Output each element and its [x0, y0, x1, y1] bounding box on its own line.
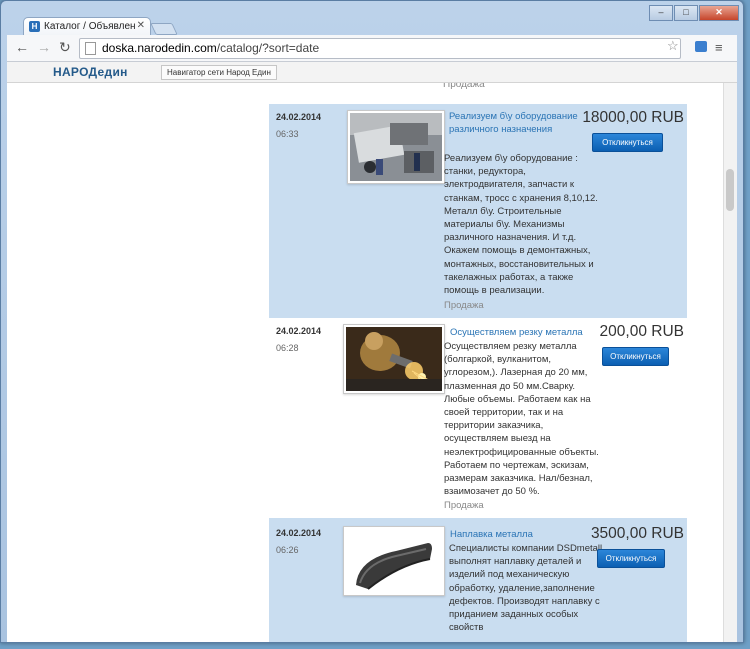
network-navigator-button[interactable]: Навигатор сети Народ Един [161, 65, 277, 80]
site-header-bar: НАРОДедин Навигатор сети Народ Един [7, 62, 737, 83]
listing-price: 200,00 RUB [599, 323, 684, 340]
browser-menu-icon[interactable]: ≡ [715, 40, 723, 55]
listing-title-link[interactable]: Реализуем б\у оборудование различного на… [449, 110, 589, 136]
tab-title: Каталог / Объявления в [44, 21, 136, 32]
page-icon [85, 42, 96, 55]
listing-time: 06:28 [276, 343, 299, 353]
listing-time: 06:33 [276, 129, 299, 139]
reload-icon[interactable]: ↻ [59, 39, 71, 56]
metal-part-photo-icon [346, 529, 442, 593]
metal-cutting-photo-icon [346, 327, 442, 391]
back-arrow-icon[interactable]: ← [15, 39, 29, 55]
title-bar: Н Каталог / Объявления в ✕ – □ ✕ [1, 1, 743, 36]
listing-item: 24.02.2014 06:28 Осуществляем резку мета… [269, 318, 687, 518]
page-viewport: Продажа 24.02.2014 06:33 Реализуем б\у о… [7, 62, 737, 642]
forward-arrow-icon[interactable]: → [37, 39, 51, 55]
close-window-button[interactable]: ✕ [699, 5, 739, 21]
scrollbar-thumb[interactable] [726, 169, 734, 211]
listing-title-link[interactable]: Осуществляем резку металла [450, 326, 600, 339]
site-favicon-icon: Н [29, 21, 40, 32]
listing-price: 18000,00 RUB [582, 109, 684, 126]
listing-date: 24.02.2014 [276, 326, 322, 336]
listing-price: 3500,00 RUB [590, 525, 684, 542]
listing-photo[interactable] [343, 324, 445, 394]
listing-time: 06:26 [276, 545, 299, 555]
url-path: /catalog/?sort=date [216, 41, 320, 55]
respond-button[interactable]: Откликнуться [592, 133, 663, 152]
maximize-button[interactable]: □ [674, 5, 698, 21]
listing-title-link[interactable]: Наплавка металла [450, 528, 600, 541]
minimize-button[interactable]: – [649, 5, 673, 21]
browser-toolbar: ← → ↻ doska.narodedin.com/catalog/?sort=… [7, 35, 737, 62]
address-bar[interactable]: doska.narodedin.com/catalog/?sort=date [79, 38, 681, 59]
new-tab-button[interactable] [150, 23, 178, 35]
listing-date: 24.02.2014 [276, 112, 322, 122]
listing-category: Продажа [444, 300, 484, 311]
tab-close-icon[interactable]: ✕ [137, 20, 145, 31]
window-controls: – □ ✕ [649, 5, 739, 21]
listing-description: Осуществляем резку металла (болгаркой, в… [444, 341, 599, 498]
vertical-scrollbar[interactable] [723, 83, 737, 642]
browser-window: Н Каталог / Объявления в ✕ – □ ✕ ← → ↻ d… [0, 0, 744, 643]
listing-item: 24.02.2014 06:26 Наплавка металла Специа… [269, 518, 687, 642]
listing-category: Продажа [444, 500, 484, 511]
listing-item: 24.02.2014 06:33 Реализуем б\у оборудова… [269, 104, 687, 318]
url-text: doska.narodedin.com/catalog/?sort=date [102, 41, 319, 55]
listing-description: Реализуем б\у оборудование : станки, ред… [444, 153, 598, 297]
listing-date: 24.02.2014 [276, 528, 322, 538]
browser-tab[interactable]: Н Каталог / Объявления в ✕ [23, 17, 151, 36]
respond-button[interactable]: Откликнуться [602, 347, 669, 366]
listing-photo[interactable] [347, 110, 445, 184]
site-logo[interactable]: НАРОДедин [53, 65, 128, 79]
url-host: doska.narodedin.com [102, 41, 217, 55]
bookmark-star-icon[interactable]: ☆ [667, 38, 679, 54]
equipment-photo-icon [350, 113, 442, 181]
listing-description: Специалисты компании DSDmetall выполнят … [449, 543, 603, 634]
extension-icon[interactable] [695, 41, 707, 52]
listing-photo[interactable] [343, 526, 445, 596]
respond-button[interactable]: Откликнуться [597, 549, 665, 568]
